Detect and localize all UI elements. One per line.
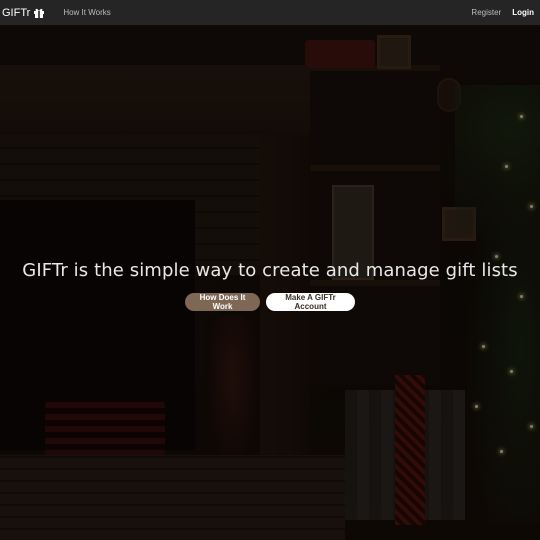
hero-content: GIFTr is the simple way to create and ma…	[0, 260, 540, 311]
register-link[interactable]: Register	[471, 8, 501, 17]
brand-link[interactable]: GIFTr	[2, 7, 45, 19]
top-navbar: GIFTr How It Works Register Login	[0, 0, 540, 25]
brand-name: GIFTr	[2, 6, 31, 19]
hero-headline: GIFTr is the simple way to create and ma…	[22, 260, 518, 281]
nav-right-group: Register Login	[471, 8, 534, 17]
how-does-it-work-button[interactable]: How Does It Work	[185, 293, 260, 311]
login-link[interactable]: Login	[512, 8, 534, 17]
nav-link-how-it-works[interactable]: How It Works	[63, 8, 110, 17]
cta-row: How Does It Work Make A GIFTr Account	[0, 293, 540, 311]
create-account-button[interactable]: Make A GIFTr Account	[266, 293, 355, 311]
gift-icon	[33, 7, 45, 19]
